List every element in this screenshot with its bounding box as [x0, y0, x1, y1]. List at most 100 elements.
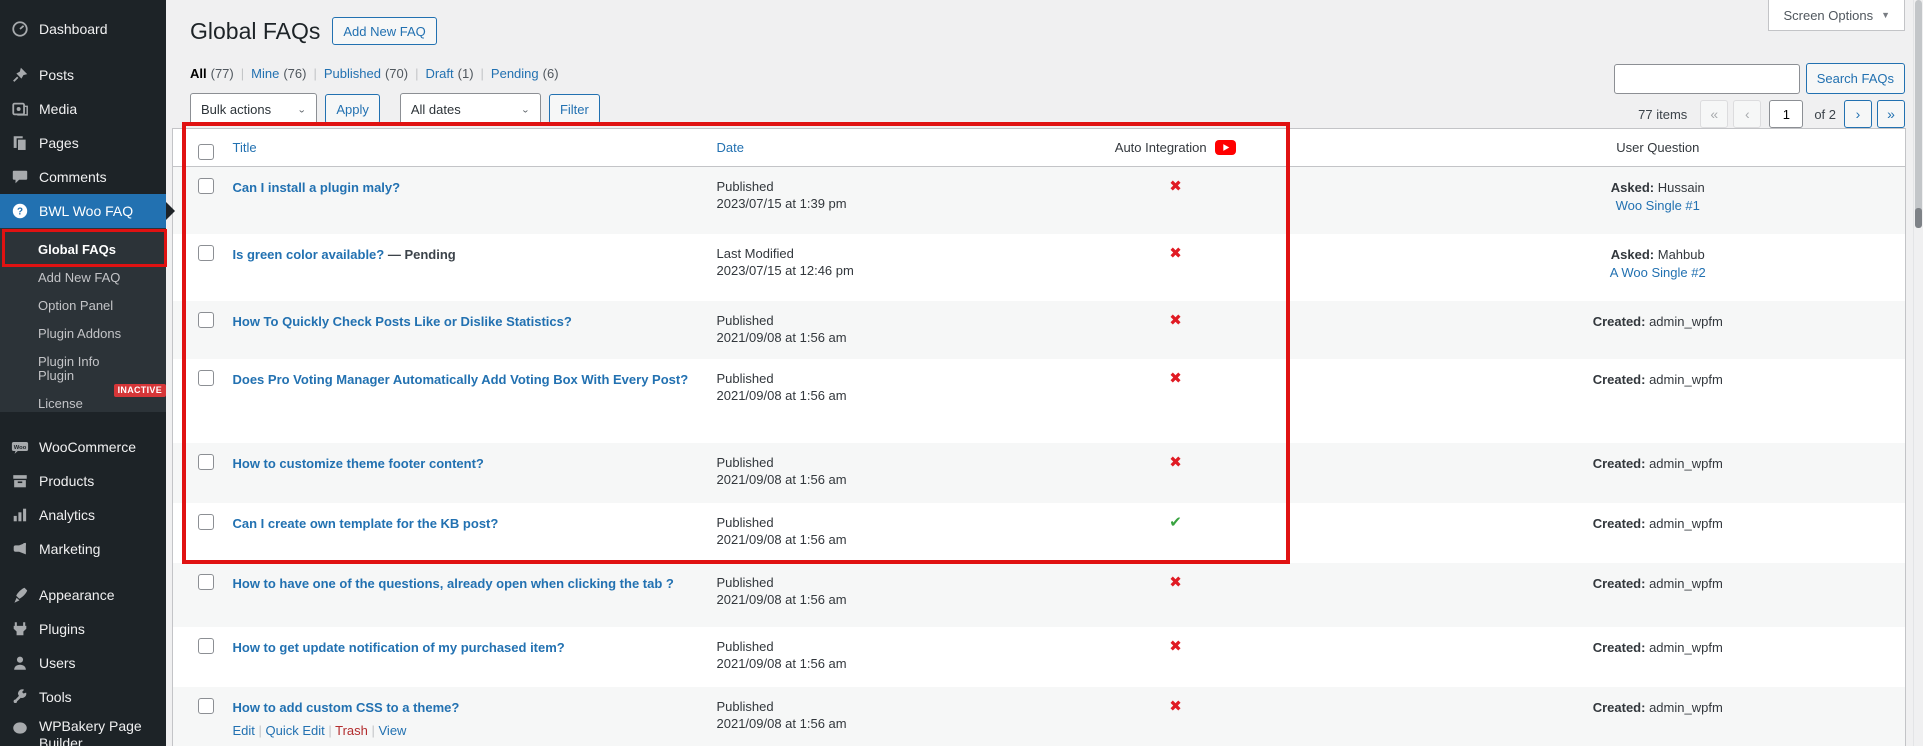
sidebar-item-analytics[interactable]: Analytics [0, 498, 166, 532]
select-all-checkbox[interactable] [198, 143, 214, 160]
sidebar-item-media[interactable]: Media [0, 92, 166, 126]
pagination: 77 items « ‹ of 2 › » [1638, 100, 1905, 128]
row-date: 2021/09/08 at 1:56 am [716, 531, 847, 547]
first-page-button[interactable]: « [1700, 100, 1729, 128]
integration-status-icon: ✖ [1169, 311, 1182, 329]
total-pages-label: of 2 [1814, 106, 1836, 122]
row-checkbox[interactable] [198, 178, 214, 194]
page-title: Global FAQs [190, 18, 321, 44]
filter-all-link[interactable]: All [190, 66, 207, 81]
row-checkbox[interactable] [198, 311, 214, 328]
column-header-title[interactable]: Title [233, 140, 257, 155]
row-status: Published [716, 179, 774, 194]
faq-title-link[interactable]: How To Quickly Check Posts Like or Disli… [233, 314, 572, 329]
sidebar-item-bwl-woo-faq[interactable]: ? BWL Woo FAQ [0, 194, 166, 228]
dashboard-icon [10, 19, 30, 39]
sidebar-item-products[interactable]: Products [0, 464, 166, 498]
current-page-input[interactable] [1769, 100, 1804, 128]
integration-status-icon: ✖ [1169, 453, 1182, 471]
table-row: How to customize theme footer content? P… [172, 442, 1906, 503]
faq-title-link[interactable]: How to add custom CSS to a theme? [233, 700, 460, 715]
row-checkbox[interactable] [198, 637, 214, 654]
user-question-link[interactable]: A Woo Single #2 [1610, 264, 1706, 281]
admin-sidebar: Dashboard Posts Media Pages Comments ? B… [0, 0, 166, 746]
sidebar-item-woocommerce[interactable]: Woo WooCommerce [0, 430, 166, 464]
sidebar-item-dashboard[interactable]: Dashboard [0, 12, 166, 46]
faq-title-link[interactable]: Can I install a plugin maly? [233, 180, 401, 195]
sidebar-item-add-new-faq[interactable]: Add New FAQ [0, 264, 166, 292]
prev-page-button[interactable]: ‹ [1733, 100, 1762, 128]
row-status: Published [716, 370, 774, 386]
integration-status-icon: ✔ [1169, 513, 1182, 531]
filter-button[interactable]: Filter [548, 94, 600, 124]
search-faqs-button[interactable]: Search FAQs [1805, 63, 1905, 94]
filter-published-link[interactable]: Published [324, 66, 381, 81]
row-date: 2023/07/15 at 1:39 pm [716, 196, 847, 211]
megaphone-icon [10, 539, 30, 559]
active-menu-arrow [166, 202, 175, 220]
row-checkbox[interactable] [198, 573, 214, 590]
faq-title-link[interactable]: Can I create own template for the KB pos… [233, 516, 499, 531]
scrollbar-thumb[interactable] [1915, 0, 1922, 225]
column-header-date[interactable]: Date [717, 140, 744, 155]
row-status: Published [716, 312, 774, 328]
integration-status-icon: ✖ [1169, 178, 1182, 195]
table-header-row: Title Date Auto Integration User Questio… [173, 129, 1906, 167]
sidebar-item-tools[interactable]: Tools [0, 680, 166, 714]
sidebar-item-posts[interactable]: Posts [0, 58, 166, 92]
filter-draft-link[interactable]: Draft [425, 66, 453, 81]
row-date: 2023/07/15 at 12:46 pm [716, 262, 854, 278]
filter-pending-link[interactable]: Pending [491, 66, 539, 81]
add-new-faq-button[interactable]: Add New FAQ [332, 17, 437, 45]
row-checkbox[interactable] [198, 244, 214, 261]
row-status: Published [716, 454, 774, 470]
sidebar-item-wpbakery[interactable]: WPBakery Page Builder [0, 714, 166, 746]
integration-status-icon: ✖ [1169, 637, 1182, 655]
row-status: Published [716, 574, 774, 590]
sidebar-item-comments[interactable]: Comments [0, 160, 166, 194]
sidebar-item-option-panel[interactable]: Option Panel [0, 292, 166, 320]
user-icon [10, 653, 30, 673]
filter-mine-link[interactable]: Mine [251, 66, 279, 81]
last-page-button[interactable]: » [1877, 100, 1905, 128]
sidebar-item-marketing[interactable]: Marketing [0, 532, 166, 566]
faq-title-link[interactable]: How to customize theme footer content? [233, 456, 484, 471]
comment-icon [10, 167, 30, 187]
faq-title-link[interactable]: How to get update notification of my pur… [233, 640, 565, 655]
bulk-actions-select[interactable]: Bulk actions ⌄ [190, 93, 318, 125]
sidebar-item-pages[interactable]: Pages [0, 126, 166, 160]
faq-list-table: Title Date Auto Integration User Questio… [172, 128, 1906, 746]
quick-edit-link[interactable]: Quick Edit [266, 723, 325, 738]
media-icon [10, 99, 30, 119]
items-count: 77 items [1638, 106, 1688, 122]
edit-link[interactable]: Edit [233, 723, 255, 738]
integration-status-icon: ✖ [1169, 573, 1182, 591]
search-input[interactable] [1613, 63, 1800, 94]
trash-link[interactable]: Trash [335, 723, 368, 738]
row-checkbox[interactable] [198, 513, 214, 530]
faq-title-link[interactable]: How to have one of the questions, alread… [233, 576, 674, 591]
sidebar-item-plugin-license[interactable]: Plugin License INACTIVE [0, 368, 166, 411]
chevron-down-icon: ⌄ [297, 104, 307, 115]
sidebar-item-plugins[interactable]: Plugins [0, 612, 166, 646]
view-link[interactable]: View [379, 723, 407, 738]
sidebar-item-global-faqs[interactable]: Global FAQs [0, 236, 166, 264]
row-checkbox[interactable] [198, 369, 214, 386]
sidebar-item-appearance[interactable]: Appearance [0, 578, 166, 612]
row-status: Published [716, 638, 774, 654]
faq-title-link[interactable]: Is green color available? [233, 247, 385, 262]
screen-options-button[interactable]: Screen Options ▼ [1768, 0, 1905, 31]
row-date: 2021/09/08 at 1:56 am [716, 655, 847, 671]
dates-filter-select[interactable]: All dates ⌄ [399, 93, 541, 125]
next-page-button[interactable]: › [1844, 100, 1872, 128]
user-question-link[interactable]: Woo Single #1 [1616, 197, 1700, 214]
row-date: 2021/09/08 at 1:56 am [716, 329, 847, 345]
faq-title-link[interactable]: Does Pro Voting Manager Automatically Ad… [233, 372, 689, 387]
apply-button[interactable]: Apply [325, 94, 380, 124]
row-checkbox[interactable] [198, 697, 214, 714]
row-date: 2021/09/08 at 1:56 am [716, 715, 847, 731]
row-checkbox[interactable] [198, 453, 214, 470]
sidebar-item-plugin-addons[interactable]: Plugin Addons [0, 320, 166, 348]
scrollbar-thumb-end [1915, 208, 1922, 228]
sidebar-item-users[interactable]: Users [0, 646, 166, 680]
